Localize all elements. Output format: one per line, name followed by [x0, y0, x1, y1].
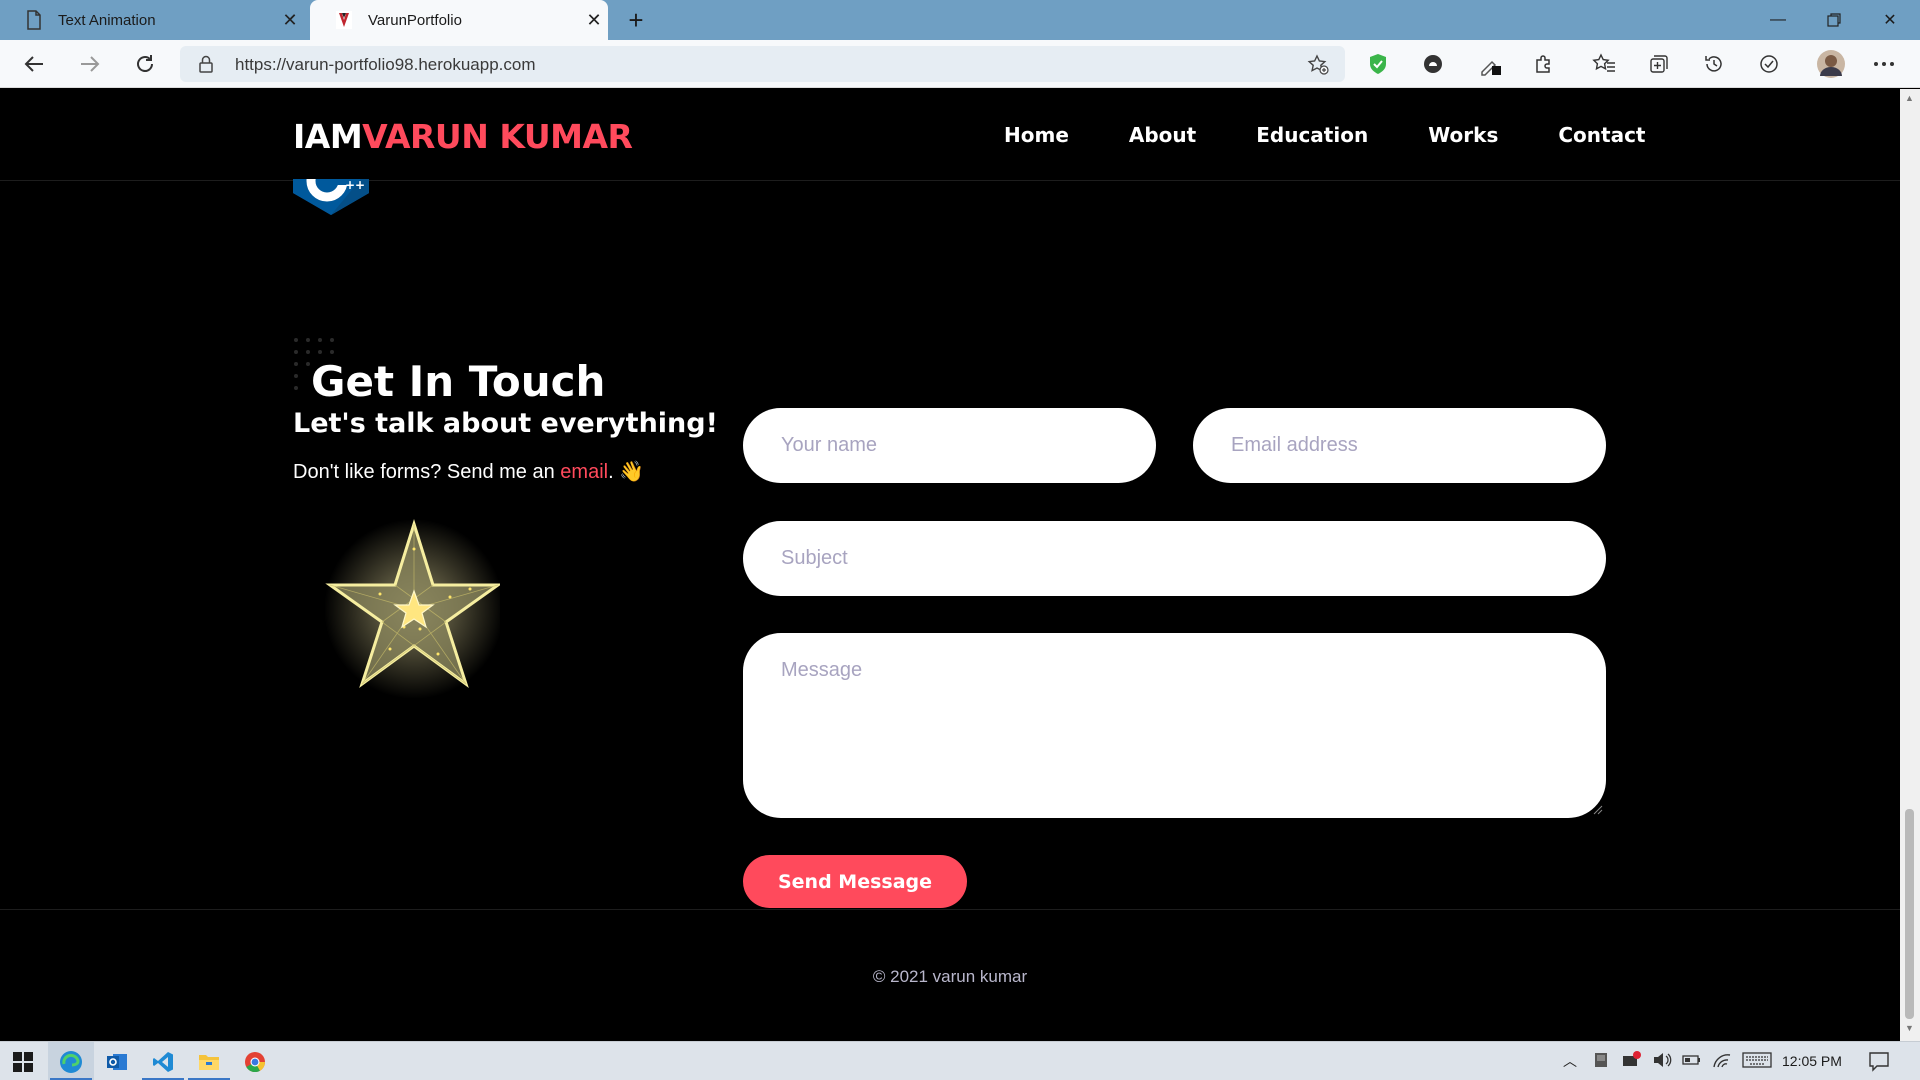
- main-nav: Home About Education Works Contact: [1004, 123, 1646, 147]
- tray-chevron-icon[interactable]: ︿: [1563, 1051, 1577, 1071]
- url-text: https://varun-portfolio98.herokuapp.com: [235, 55, 536, 74]
- scroll-down-icon[interactable]: ▼: [1905, 1023, 1914, 1033]
- address-bar[interactable]: https://varun-portfolio98.herokuapp.com: [180, 46, 1345, 82]
- windows-start-icon[interactable]: [0, 1042, 46, 1080]
- site-header: IAMVARUN KUMAR Home About Education Work…: [0, 89, 1900, 181]
- more-options-icon[interactable]: [1872, 52, 1896, 76]
- chrome-taskbar-icon[interactable]: [232, 1042, 278, 1080]
- taskbar: ︿ 12:05 PM: [0, 1041, 1920, 1080]
- volume-icon[interactable]: [1652, 1051, 1672, 1072]
- collections-icon[interactable]: [1647, 52, 1671, 76]
- name-input[interactable]: [743, 408, 1156, 483]
- notification-icon[interactable]: [1868, 1050, 1890, 1075]
- tray-network-alert-icon[interactable]: [1622, 1051, 1642, 1072]
- message-input[interactable]: [743, 633, 1606, 818]
- performance-icon[interactable]: [1757, 52, 1781, 76]
- back-arrow-icon[interactable]: [18, 48, 50, 80]
- site-logo[interactable]: IAMVARUN KUMAR: [293, 117, 633, 156]
- favorites-icon[interactable]: [1592, 52, 1616, 76]
- vscode-taskbar-icon[interactable]: [140, 1042, 186, 1080]
- keyboard-icon[interactable]: [1742, 1051, 1772, 1072]
- send-message-button[interactable]: Send Message: [743, 855, 967, 908]
- close-icon[interactable]: ✕: [580, 10, 608, 31]
- email-input[interactable]: [1193, 408, 1606, 483]
- refresh-icon[interactable]: [129, 48, 161, 80]
- new-tab-button[interactable]: +: [616, 0, 656, 40]
- footer-copyright: © 2021 varun kumar: [872, 967, 1028, 986]
- nav-contact[interactable]: Contact: [1558, 123, 1645, 147]
- shield-extension-icon[interactable]: [1366, 52, 1390, 76]
- minimize-icon[interactable]: —: [1750, 0, 1806, 40]
- cpp-logo-icon: ++: [293, 179, 369, 215]
- contact-text-before: Don't like forms? Send me an: [293, 461, 561, 483]
- footer-divider: [0, 909, 1900, 910]
- star-animation: [324, 518, 500, 699]
- logo-prefix: IAM: [293, 117, 363, 156]
- page-icon: [24, 10, 44, 30]
- contact-subtitle: Let's talk about everything!: [293, 408, 718, 439]
- clock[interactable]: 12:05 PM: [1782, 1053, 1842, 1069]
- nav-home[interactable]: Home: [1004, 123, 1069, 147]
- contact-text-after: . 👋: [608, 461, 645, 483]
- close-icon[interactable]: ✕: [276, 10, 304, 31]
- subject-input[interactable]: [743, 521, 1606, 596]
- contact-title: Get In Touch: [311, 357, 606, 406]
- profile-avatar-icon[interactable]: [1815, 48, 1847, 80]
- eyedropper-extension-icon[interactable]: [1478, 52, 1502, 76]
- tray-device-icon[interactable]: [1592, 1051, 1610, 1072]
- file-explorer-taskbar-icon[interactable]: [186, 1042, 232, 1080]
- tab-title: VarunPortfolio: [368, 11, 462, 29]
- lock-icon[interactable]: [198, 55, 214, 78]
- edge-taskbar-icon[interactable]: [48, 1042, 94, 1080]
- tab-title: Text Animation: [58, 11, 156, 29]
- logo-name: VARUN KUMAR: [362, 117, 633, 156]
- nav-education[interactable]: Education: [1256, 123, 1368, 147]
- history-icon[interactable]: [1702, 52, 1726, 76]
- restore-icon[interactable]: [1806, 0, 1862, 40]
- nav-about[interactable]: About: [1129, 123, 1196, 147]
- extensions-puzzle-icon[interactable]: [1532, 52, 1556, 76]
- window-close-icon[interactable]: ✕: [1862, 0, 1918, 40]
- forward-arrow-icon[interactable]: [74, 48, 106, 80]
- outlook-taskbar-icon[interactable]: [94, 1042, 140, 1080]
- browser-tab-bar: Text Animation ✕ VarunPortfolio ✕ + — ✕: [0, 0, 1920, 40]
- add-favorite-icon[interactable]: [1307, 54, 1329, 81]
- page-viewport: IAMVARUN KUMAR Home About Education Work…: [0, 89, 1900, 1041]
- email-link[interactable]: email: [560, 461, 608, 483]
- scrollbar-thumb[interactable]: [1905, 809, 1914, 1019]
- contact-text: Don't like forms? Send me an email. 👋: [293, 459, 644, 484]
- page-scrollbar[interactable]: ▲ ▼: [1900, 89, 1920, 1041]
- svg-text:++: ++: [345, 179, 365, 192]
- wifi-icon[interactable]: [1712, 1051, 1732, 1072]
- battery-icon[interactable]: [1682, 1051, 1702, 1072]
- extension-circle-icon[interactable]: [1421, 52, 1445, 76]
- nav-works[interactable]: Works: [1428, 123, 1498, 147]
- tab-text-animation[interactable]: Text Animation ✕: [0, 0, 304, 40]
- tab-varun-portfolio[interactable]: VarunPortfolio ✕: [310, 0, 608, 40]
- resize-grip-icon[interactable]: [1593, 805, 1603, 815]
- browser-toolbar: https://varun-portfolio98.herokuapp.com: [0, 40, 1920, 88]
- scroll-up-icon[interactable]: ▲: [1905, 93, 1914, 103]
- site-favicon-icon: [334, 10, 354, 30]
